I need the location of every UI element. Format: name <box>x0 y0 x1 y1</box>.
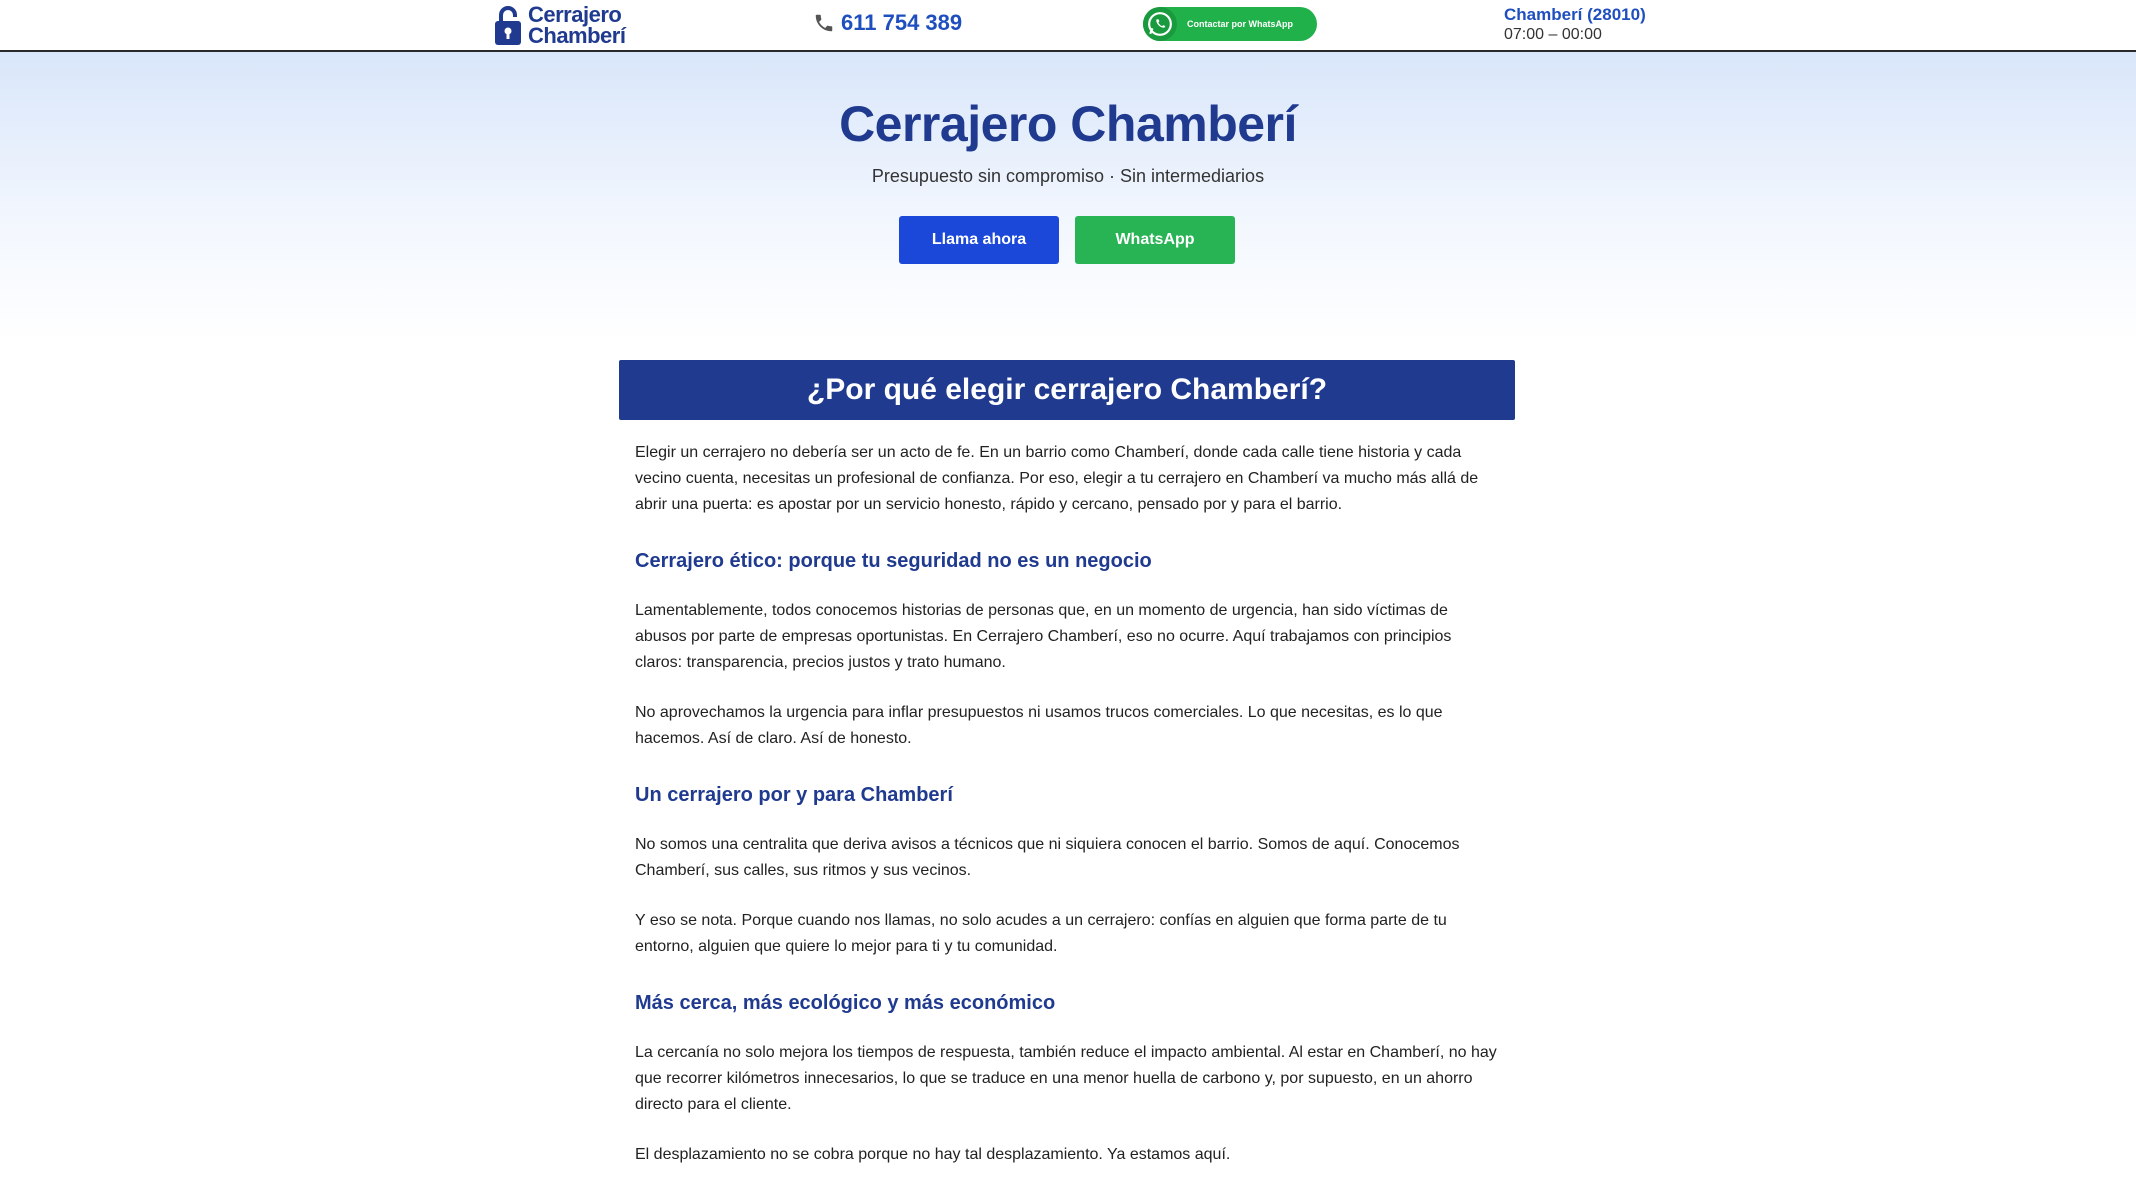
page-title: Cerrajero Chamberí <box>839 96 1297 152</box>
top-bar: Cerrajero Chamberí 611 754 389 Contactar… <box>0 0 2136 52</box>
paragraph: Lamentablemente, todos conocemos histori… <box>635 602 1452 671</box>
logo-text: Cerrajero Chamberí <box>528 2 626 48</box>
intro-paragraph: Elegir un cerrajero no debería ser un ac… <box>635 444 1479 513</box>
hero-section: Cerrajero Chamberí Presupuesto sin compr… <box>0 52 2136 342</box>
logo-line-2: Chamberí <box>528 23 626 48</box>
subheading-ecological: Más cerca, más ecológico y más económico <box>635 992 1056 1014</box>
whatsapp-icon <box>1143 7 1177 41</box>
paragraph: La cercanía no solo mejora los tiempos d… <box>635 1044 1497 1113</box>
main-content: Elegir un cerrajero no debería ser un ac… <box>635 440 1497 1168</box>
hero-subtitle: Presupuesto sin compromiso · Sin interme… <box>871 166 1265 186</box>
paragraph: No aprovechamos la urgencia para inflar … <box>635 704 1443 747</box>
phone-icon <box>815 14 833 32</box>
phone-number: 611 754 389 <box>841 10 963 35</box>
paragraph: Y eso se nota. Porque cuando nos llamas,… <box>635 912 1447 955</box>
location-info: Chamberí (28010) 07:00 – 00:00 <box>1504 5 1646 45</box>
lock-icon <box>495 6 521 45</box>
logo-line-1: Cerrajero <box>528 2 622 27</box>
subheading-local: Un cerrajero por y para Chamberí <box>635 784 953 806</box>
whatsapp-badge-label: Contactar por WhatsApp <box>1187 19 1294 29</box>
whatsapp-button[interactable]: WhatsApp <box>1075 216 1235 264</box>
paragraph: El desplazamiento no se cobra porque no … <box>635 1146 1231 1163</box>
paragraph: No somos una centralita que deriva aviso… <box>635 836 1460 879</box>
section-title: ¿Por qué elegir cerrajero Chamberí? <box>619 360 1515 420</box>
call-now-button[interactable]: Llama ahora <box>899 216 1059 264</box>
phone-link[interactable]: 611 754 389 <box>813 10 962 36</box>
whatsapp-contact-badge[interactable]: Contactar por WhatsApp <box>1143 7 1317 41</box>
opening-hours: 07:00 – 00:00 <box>1504 26 1602 43</box>
location-name: Chamberí (28010) <box>1504 5 1646 24</box>
site-logo[interactable]: Cerrajero Chamberí <box>494 2 626 48</box>
subheading-ethical: Cerrajero ético: porque tu seguridad no … <box>635 550 1152 572</box>
